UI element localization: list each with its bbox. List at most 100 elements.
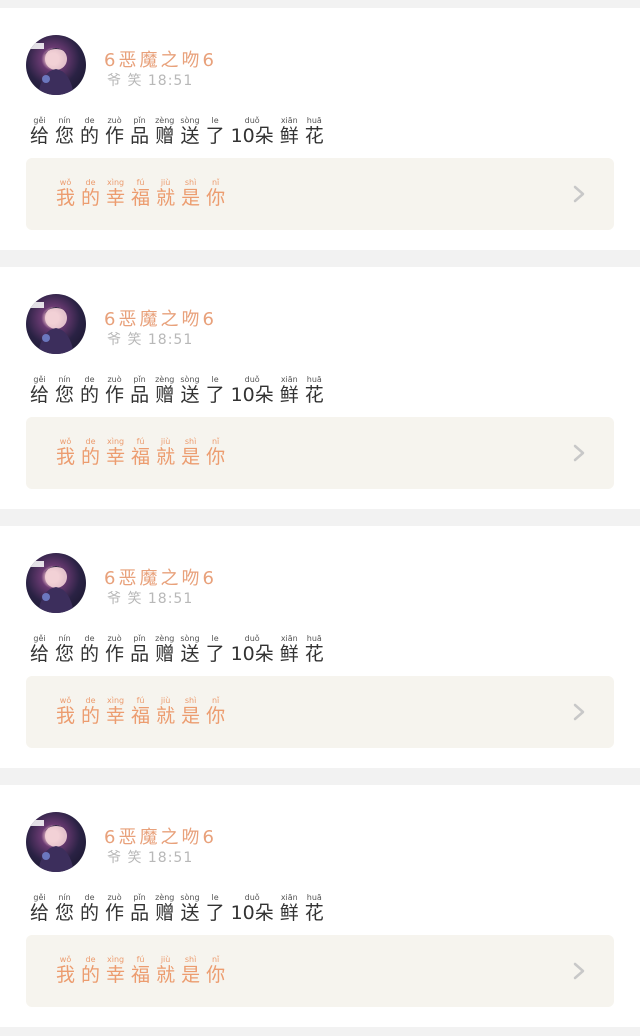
pinyin: duǒ — [244, 634, 260, 643]
hanzi: 花 — [304, 384, 324, 406]
hanzi: 品 — [130, 384, 150, 406]
pinyin: zèng — [155, 375, 175, 384]
banner-token: shì 是 — [181, 955, 200, 986]
hanzi: 福 — [131, 187, 151, 209]
hanzi: 福 — [131, 964, 151, 986]
pinyin: nín — [58, 893, 71, 902]
hanzi: 花 — [304, 125, 324, 147]
hanzi: 的 — [80, 902, 100, 924]
pinyin: huā — [306, 116, 322, 125]
pinyin: jiù — [160, 955, 171, 964]
message-banner[interactable]: wǒ 我 de 的 xìng 幸 fú 福 jiù 就 shì 是 nǐ 你 — [26, 676, 614, 748]
pinyin: fú — [136, 696, 145, 705]
banner-token: nǐ 你 — [206, 178, 225, 209]
gift-message: gěi 给 nín 您 de 的 zuò 作 pǐn 品 zèng 赠 sòng 送 le 了 … — [30, 634, 330, 665]
pinyin: nǐ — [211, 955, 220, 964]
hanzi: 的 — [81, 705, 101, 727]
hanzi: 是 — [181, 964, 201, 986]
notification-card: 6恶魔之吻6 爷 笑 18:51 gěi 给 nín 您 de 的 zuò 作 pǐn 品… — [0, 8, 640, 250]
pinyin: pǐn — [133, 634, 146, 643]
pinyin: xìng — [106, 178, 125, 187]
chevron-right-icon[interactable] — [572, 443, 586, 463]
pinyin: fú — [136, 437, 145, 446]
pinyin: zuò — [107, 375, 122, 384]
user-avatar[interactable] — [26, 35, 86, 95]
pinyin: le — [211, 375, 219, 384]
hanzi: 鲜 — [279, 384, 299, 406]
pinyin: huā — [306, 893, 322, 902]
banner-token: jiù 就 — [156, 437, 175, 468]
hanzi: 10朵 — [230, 643, 274, 665]
pinyin: nǐ — [211, 437, 220, 446]
username[interactable]: 6恶魔之吻6 — [104, 305, 217, 331]
banner-token: xìng 幸 — [106, 178, 125, 209]
chevron-right-icon[interactable] — [572, 702, 586, 722]
pinyin: de — [85, 955, 96, 964]
pinyin: zèng — [155, 893, 175, 902]
text-token: sòng 送 — [180, 375, 199, 406]
text-token: sòng 送 — [180, 893, 199, 924]
hanzi: 送 — [180, 125, 200, 147]
user-avatar[interactable] — [26, 553, 86, 613]
post-time: 爷 笑 18:51 — [107, 332, 194, 348]
user-avatar[interactable] — [26, 294, 86, 354]
hanzi: 您 — [55, 902, 75, 924]
username[interactable]: 6恶魔之吻6 — [104, 823, 217, 849]
notification-card: 6恶魔之吻6 爷 笑 18:51 gěi 给 nín 您 de 的 zuò 作 pǐn 品… — [0, 526, 640, 768]
text-token: huā 花 — [305, 634, 324, 665]
pinyin: nín — [58, 634, 71, 643]
post-time: 爷 笑 18:51 — [107, 73, 194, 89]
hanzi: 就 — [156, 964, 176, 986]
hanzi: 赠 — [155, 902, 175, 924]
pinyin: pǐn — [133, 116, 146, 125]
hanzi: 幸 — [106, 705, 126, 727]
gift-message: gěi 给 nín 您 de 的 zuò 作 pǐn 品 zèng 赠 sòng 送 le 了 … — [30, 375, 330, 406]
hanzi: 送 — [180, 384, 200, 406]
hanzi: 作 — [105, 384, 125, 406]
message-banner[interactable]: wǒ 我 de 的 xìng 幸 fú 福 jiù 就 shì 是 nǐ 你 — [26, 158, 614, 230]
hanzi: 赠 — [155, 643, 175, 665]
chevron-right-icon[interactable] — [572, 961, 586, 981]
text-token: gěi 给 — [30, 375, 49, 406]
hanzi: 赠 — [155, 384, 175, 406]
message-banner[interactable]: wǒ 我 de 的 xìng 幸 fú 福 jiù 就 shì 是 nǐ 你 — [26, 935, 614, 1007]
hanzi: 的 — [80, 384, 100, 406]
username[interactable]: 6恶魔之吻6 — [104, 46, 217, 72]
hanzi: 10朵 — [230, 125, 274, 147]
hanzi: 鲜 — [279, 643, 299, 665]
banner-token: shì 是 — [181, 696, 200, 727]
pinyin: gěi — [33, 893, 46, 902]
banner-token: shì 是 — [181, 437, 200, 468]
pinyin: pǐn — [133, 375, 146, 384]
hanzi: 给 — [30, 902, 50, 924]
pinyin: xiān — [280, 116, 298, 125]
banner-message: wǒ 我 de 的 xìng 幸 fú 福 jiù 就 shì 是 nǐ 你 — [56, 437, 231, 468]
text-token: nín 您 — [55, 375, 74, 406]
hanzi: 是 — [181, 446, 201, 468]
hanzi: 给 — [30, 125, 50, 147]
hanzi: 你 — [206, 446, 226, 468]
pinyin: zèng — [155, 116, 175, 125]
pinyin: wǒ — [59, 955, 72, 964]
banner-message: wǒ 我 de 的 xìng 幸 fú 福 jiù 就 shì 是 nǐ 你 — [56, 955, 231, 986]
text-token: zèng 赠 — [155, 116, 174, 147]
hanzi: 作 — [105, 902, 125, 924]
username[interactable]: 6恶魔之吻6 — [104, 564, 217, 590]
pinyin: shì — [184, 437, 197, 446]
text-token: nín 您 — [55, 893, 74, 924]
text-token: pǐn 品 — [130, 893, 149, 924]
pinyin: gěi — [33, 375, 46, 384]
banner-token: fú 福 — [131, 178, 150, 209]
banner-token: de 的 — [81, 696, 100, 727]
text-token: zèng 赠 — [155, 634, 174, 665]
chevron-right-icon[interactable] — [572, 184, 586, 204]
pinyin: fú — [136, 178, 145, 187]
hanzi: 你 — [206, 705, 226, 727]
hanzi: 了 — [205, 125, 225, 147]
pinyin: xiān — [280, 893, 298, 902]
hanzi: 就 — [156, 705, 176, 727]
message-banner[interactable]: wǒ 我 de 的 xìng 幸 fú 福 jiù 就 shì 是 nǐ 你 — [26, 417, 614, 489]
hanzi: 给 — [30, 643, 50, 665]
hanzi: 就 — [156, 446, 176, 468]
user-avatar[interactable] — [26, 812, 86, 872]
